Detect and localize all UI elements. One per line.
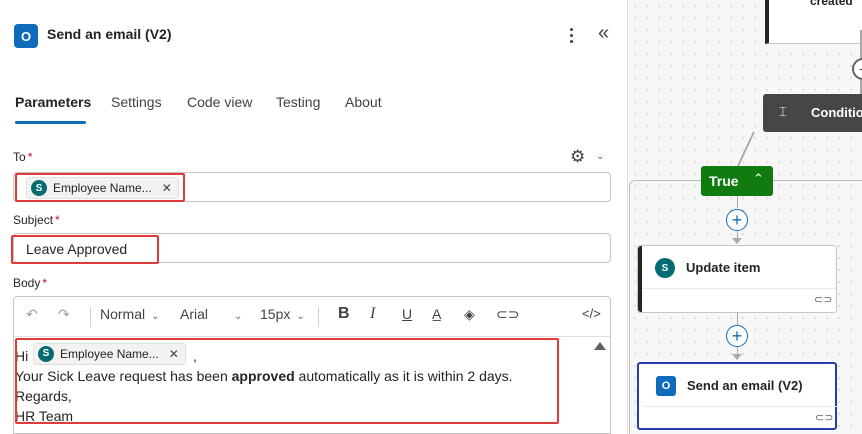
panel-header: O Send an email (V2) « (0, 0, 628, 70)
underline-icon[interactable]: U (402, 306, 412, 322)
paragraph-style-select[interactable]: Normal ⌄ (100, 306, 160, 322)
body-line-2: Your Sick Leave request has been approve… (15, 368, 513, 384)
chevron-down-icon[interactable]: ⌄ (596, 151, 604, 162)
comma-text: , (193, 348, 197, 364)
card-divider (643, 406, 837, 407)
toolbar-divider (318, 307, 319, 327)
italic-icon[interactable]: I (370, 305, 375, 323)
condition-node[interactable]: ⌶ Condition (763, 94, 862, 132)
undo-icon[interactable]: ↶ (26, 306, 38, 323)
greeting-text: Hi (15, 348, 29, 364)
arrow-down-icon (732, 238, 742, 244)
card-title: Update item (686, 260, 761, 275)
bold-icon[interactable]: B (338, 305, 350, 323)
connector-line (737, 313, 738, 325)
sharepoint-icon: S (38, 346, 54, 362)
tab-about[interactable]: About (345, 94, 382, 110)
sharepoint-icon: S (654, 257, 676, 279)
token-label: Employee Name... (60, 347, 159, 361)
scroll-up-arrow-icon[interactable] (594, 342, 606, 350)
outlook-icon: O (655, 375, 677, 397)
more-options-button[interactable] (562, 24, 580, 46)
editor-toolbar: ↶ ↷ Normal ⌄ Arial ⌄ 15px ⌄ B I U A̲ ◈ ⊂⊃ <… (14, 297, 610, 337)
collapse-panel-icon[interactable]: « (598, 22, 609, 45)
token-label: Employee Name... (53, 181, 152, 195)
add-action-icon[interactable]: + (726, 325, 748, 347)
gear-icon[interactable]: ⚙ (570, 147, 585, 167)
employee-name-token-body[interactable]: S Employee Name... ✕ (33, 343, 186, 365)
true-label: True (709, 173, 739, 189)
code-view-icon[interactable]: </> (582, 306, 601, 321)
chevron-up-icon: ⌃ (753, 171, 764, 186)
panel-title: Send an email (V2) (47, 26, 172, 42)
outlook-icon: O (14, 24, 38, 48)
add-action-icon[interactable]: + (726, 209, 748, 231)
sharepoint-icon: S (31, 180, 47, 196)
tab-settings[interactable]: Settings (111, 94, 162, 110)
subject-label: Subject * (13, 213, 60, 227)
action-details-panel: O Send an email (V2) « Parameters Settin… (0, 0, 628, 434)
card-accent (638, 246, 642, 312)
connector-line (737, 196, 738, 208)
font-size-select[interactable]: 15px ⌄ (260, 306, 305, 322)
link-icon[interactable]: ⊂⊃ (496, 306, 519, 323)
arrow-down-icon (732, 354, 742, 360)
card-divider (642, 288, 836, 289)
font-color-icon[interactable]: A̲ (432, 306, 441, 322)
employee-name-token[interactable]: S Employee Name... ✕ (26, 177, 179, 199)
active-tab-indicator (15, 121, 86, 124)
tab-code-view[interactable]: Code view (187, 94, 252, 110)
link-icon: ⊂⊃ (814, 294, 833, 306)
link-icon: ⊂⊃ (815, 412, 834, 424)
body-content: Hi S Employee Name... ✕ , Your Sick Leav… (15, 343, 513, 426)
true-branch-button[interactable]: True ⌃ (701, 166, 773, 196)
close-icon[interactable]: ✕ (162, 181, 172, 195)
to-label: To * (13, 150, 33, 164)
body-label: Body * (13, 276, 48, 290)
toolbar-divider (90, 307, 91, 327)
previous-action-label: created (810, 0, 853, 8)
body-line-4: HR Team (15, 408, 74, 424)
font-family-select[interactable]: Arial ⌄ (180, 306, 242, 322)
highlight-color-icon[interactable]: ◈ (464, 306, 475, 323)
card-title: Send an email (V2) (687, 378, 803, 393)
send-email-card[interactable]: O Send an email (V2) ⊂⊃ (637, 362, 837, 430)
body-line-3: Regards, (15, 388, 72, 404)
tab-parameters[interactable]: Parameters (15, 94, 91, 110)
tab-list: Parameters Settings Code view Testing Ab… (0, 90, 628, 124)
condition-icon: ⌶ (779, 104, 787, 119)
redo-icon[interactable]: ↷ (58, 306, 70, 323)
close-icon[interactable]: ✕ (169, 344, 179, 364)
condition-label: Condition (811, 105, 862, 120)
tab-testing[interactable]: Testing (276, 94, 320, 110)
subject-value: Leave Approved (26, 241, 128, 257)
update-item-card[interactable]: S Update item ⊂⊃ (637, 245, 837, 313)
